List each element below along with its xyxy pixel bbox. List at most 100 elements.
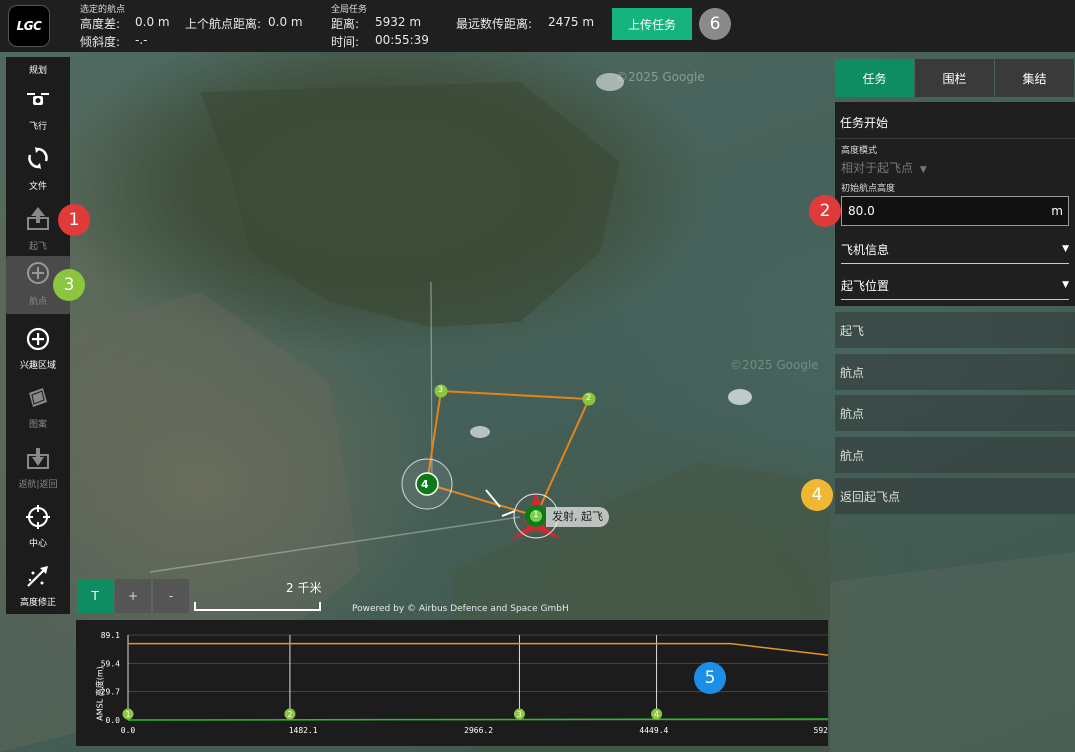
scale-label: 2 千米 xyxy=(286,581,322,595)
mission-start-panel: 任务开始 高度模式 相对于起飞点 ▼ 初始航点高度 80.0 m 飞机信息 ▼ … xyxy=(835,102,1075,306)
annotation-badge-1: 1 xyxy=(58,204,90,236)
toolbar-roi-label: 兴趣区域 xyxy=(19,361,56,371)
waypoint-marker-label: 1 xyxy=(125,710,130,719)
zoom-out-button[interactable]: - xyxy=(153,579,189,613)
gradient-value: -.- xyxy=(135,33,148,47)
series-line xyxy=(127,718,828,721)
mission-item-waypoint[interactable]: 航点 xyxy=(835,354,1075,390)
y-tick-label: 0.0 xyxy=(106,716,121,725)
drone-icon xyxy=(27,93,49,105)
map-type-button[interactable]: T xyxy=(77,579,113,613)
waypoint-2-label[interactable]: 2 xyxy=(586,393,591,402)
waypoint-marker-label: 3 xyxy=(517,710,522,719)
altitude-mode-value: 相对于起飞点 xyxy=(841,161,914,175)
toolbar-return-label: 返航|返回 xyxy=(18,480,58,490)
toolbar-fly-label: 飞行 xyxy=(28,122,47,132)
left-toolbar: 规划 飞行 文件 起飞 航点 兴趣区域 图案 返航|返回 中心 高度修正 xyxy=(6,57,70,614)
waypoint-marker-label: 2 xyxy=(287,710,292,719)
pattern-icon xyxy=(29,388,47,407)
app-logo[interactable]: LGC xyxy=(8,5,50,47)
mission-path xyxy=(425,389,591,517)
global-mission-header: 全局任务 xyxy=(331,5,368,15)
annotation-badge-6: 6 xyxy=(699,8,731,40)
mission-item-takeoff[interactable]: 起飞 xyxy=(835,312,1075,348)
zoom-in-button[interactable]: + xyxy=(115,579,151,613)
roi-icon xyxy=(26,327,50,351)
mission-start-title[interactable]: 任务开始 xyxy=(840,114,888,131)
max-telemetry-value: 2475 m xyxy=(548,15,595,29)
x-tick-label: 0.0 xyxy=(121,726,136,735)
annotation-badge-2: 2 xyxy=(809,195,841,227)
sync-icon xyxy=(28,147,48,169)
return-icon xyxy=(27,448,49,469)
toolbar-fly[interactable]: 飞行 xyxy=(6,81,70,139)
mission-start-divider xyxy=(835,138,1075,139)
y-tick-label: 89.1 xyxy=(101,631,120,640)
altitude-diff-label: 高度差: xyxy=(80,17,121,31)
selected-waypoint-header: 选定的航点 xyxy=(80,5,126,15)
mission-item-waypoint[interactable]: 航点 xyxy=(835,437,1075,473)
tab-fence[interactable]: 围栏 xyxy=(915,59,994,97)
toolbar-return[interactable]: 返航|返回 xyxy=(6,441,70,499)
waypoint-4-label[interactable]: 4 xyxy=(421,478,429,491)
toolbar-altitude-fix[interactable]: 高度修正 xyxy=(6,559,70,617)
chevron-down-icon: ▼ xyxy=(1062,280,1069,290)
top-bar: LGC 选定的航点 高度差: 0.0 m 上个航点距离: 0.0 m 倾斜度: … xyxy=(0,0,1075,52)
tab-mission[interactable]: 任务 xyxy=(835,59,914,97)
time-label: 时间: xyxy=(331,35,360,49)
vehicle-info-label: 飞机信息 xyxy=(841,243,890,257)
upload-mission-button[interactable]: 上传任务 xyxy=(612,8,692,40)
google-watermark: ©2025 Google xyxy=(616,70,705,84)
x-tick-label: 1482.1 xyxy=(289,726,318,735)
distance-value: 5932 m xyxy=(375,15,422,29)
toolbar-pattern[interactable]: 图案 xyxy=(6,381,70,439)
vehicle-info-section[interactable]: 飞机信息 ▼ xyxy=(841,241,1069,264)
toolbar-pattern-label: 图案 xyxy=(28,420,47,430)
altitude-diff-value: 0.0 m xyxy=(135,15,170,29)
chevron-down-icon: ▼ xyxy=(1062,244,1069,254)
chevron-down-icon: ▼ xyxy=(919,165,927,175)
prev-waypoint-distance-value: 0.0 m xyxy=(268,15,303,29)
initial-altitude-value: 80.0 xyxy=(848,204,875,218)
annotation-badge-4: 4 xyxy=(801,479,833,511)
gradient-label: 倾斜度: xyxy=(80,35,121,49)
initial-altitude-field[interactable]: 80.0 m xyxy=(841,196,1069,226)
y-tick-label: 59.4 xyxy=(101,659,120,668)
initial-altitude-unit: m xyxy=(1051,204,1063,218)
waypoint-1-label[interactable]: 1 xyxy=(533,510,539,520)
altitude-fix-icon xyxy=(27,566,48,587)
toolbar-center-label: 中心 xyxy=(28,539,47,549)
x-tick-label: 4449.4 xyxy=(639,726,668,735)
altitude-mode-label: 高度模式 xyxy=(841,146,878,156)
altitude-mode-select[interactable]: 相对于起飞点 ▼ xyxy=(841,159,927,176)
google-watermark-2: ©2025 Google xyxy=(730,358,819,372)
toolbar-title: 规划 xyxy=(28,66,47,76)
mission-item-return-home[interactable]: 返回起飞点 xyxy=(835,478,1075,514)
takeoff-icon xyxy=(27,207,49,230)
tab-rally[interactable]: 集结 xyxy=(995,59,1074,97)
launch-position-label: 起飞位置 xyxy=(841,279,890,293)
distance-label: 距离: xyxy=(331,17,360,31)
x-tick-label: 2966.2 xyxy=(464,726,493,735)
toolbar-takeoff-label: 起飞 xyxy=(28,242,47,252)
waypoint-3-label[interactable]: 3 xyxy=(438,385,443,394)
x-tick-label: 5922.5 xyxy=(814,726,828,735)
toolbar-file[interactable]: 文件 xyxy=(6,141,70,199)
launch-position-section[interactable]: 起飞位置 ▼ xyxy=(841,277,1069,300)
map-attribution: Powered by © Airbus Defence and Space Gm… xyxy=(352,604,569,614)
mission-item-waypoint[interactable]: 航点 xyxy=(835,395,1075,431)
y-tick-label: 29.7 xyxy=(101,688,120,697)
max-telemetry-label: 最远数传距离: xyxy=(456,17,533,31)
series-line xyxy=(128,642,828,656)
add-waypoint-icon xyxy=(27,262,49,284)
time-value: 00:55:39 xyxy=(375,33,429,47)
initial-altitude-label: 初始航点高度 xyxy=(841,184,896,194)
toolbar-roi[interactable]: 兴趣区域 xyxy=(6,322,70,380)
launch-label: 发射, 起飞 xyxy=(546,507,609,527)
annotation-badge-5: 5 xyxy=(694,662,726,694)
annotation-badge-3: 3 xyxy=(53,269,85,301)
toolbar-file-label: 文件 xyxy=(28,182,47,192)
toolbar-center[interactable]: 中心 xyxy=(6,500,70,558)
toolbar-altitude-fix-label: 高度修正 xyxy=(19,598,56,608)
waypoint-marker-label: 4 xyxy=(654,710,659,719)
